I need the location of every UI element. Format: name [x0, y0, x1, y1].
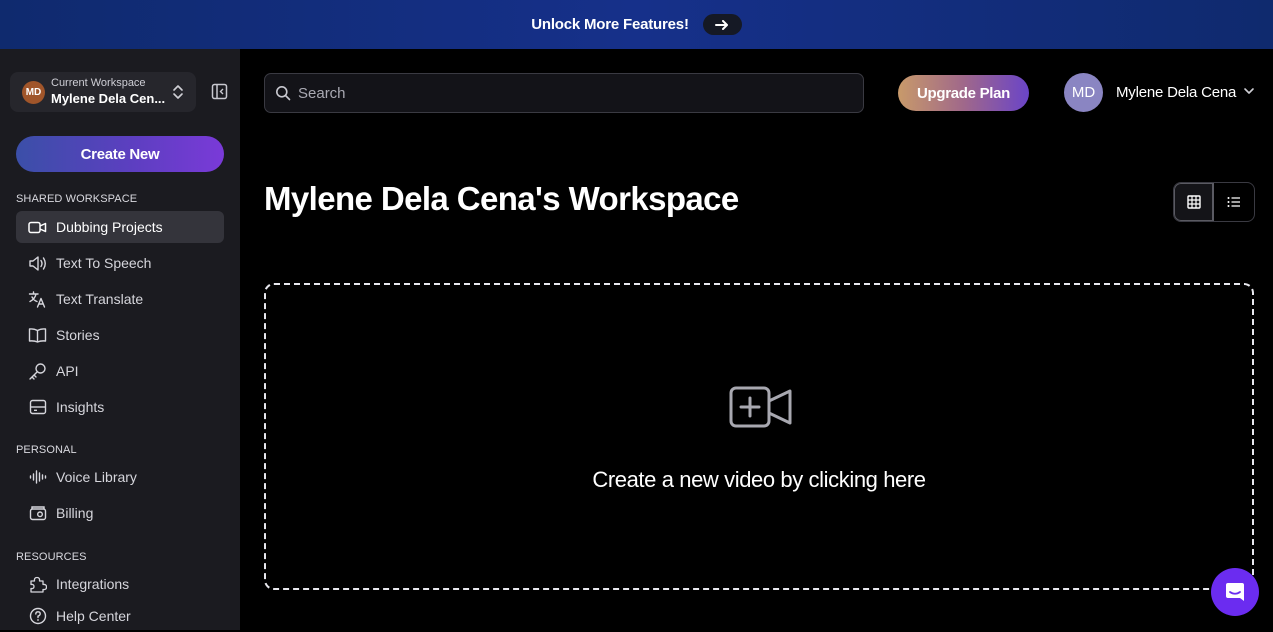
sidebar-item-insights[interactable]: Insights [16, 391, 224, 423]
page-title: Mylene Dela Cena's Workspace [264, 180, 739, 217]
upgrade-plan-button[interactable]: Upgrade Plan [898, 75, 1029, 111]
workspace-avatar: MD [22, 81, 45, 104]
search-bar[interactable] [264, 73, 864, 113]
puzzle-icon [28, 575, 47, 594]
user-name[interactable]: Mylene Dela Cena [1116, 84, 1236, 101]
dropzone-text: Create a new video by clicking here [592, 467, 926, 492]
book-icon [28, 326, 47, 345]
list-view-button[interactable] [1214, 183, 1254, 221]
arrow-right-icon [715, 19, 729, 30]
sidebar-item-text-translate[interactable]: Text Translate [16, 283, 224, 315]
search-icon [276, 86, 291, 101]
create-new-button[interactable]: Create New [16, 136, 224, 172]
video-add-icon [729, 386, 792, 428]
speaker-icon [28, 254, 47, 273]
sidebar-item-dubbing-projects[interactable]: Dubbing Projects [16, 211, 224, 243]
sidebar-item-label: Voice Library [56, 469, 137, 485]
section-title-shared: SHARED WORKSPACE [16, 193, 138, 205]
banner-arrow-button[interactable] [702, 14, 742, 35]
sidebar-collapse-icon[interactable] [211, 83, 228, 100]
chat-icon [1226, 583, 1244, 601]
sidebar-item-label: API [56, 363, 79, 379]
sidebar-item-integrations[interactable]: Integrations [16, 568, 224, 600]
sidebar-item-voice-library[interactable]: Voice Library [16, 461, 224, 493]
billing-icon [28, 504, 47, 523]
chat-support-button[interactable] [1211, 568, 1259, 616]
workspace-switcher[interactable]: MD Current Workspace Mylene Dela Cen... [10, 72, 196, 112]
chevron-up-down-icon [173, 85, 183, 99]
grid-view-button[interactable] [1174, 183, 1215, 221]
sidebar-item-text-to-speech[interactable]: Text To Speech [16, 247, 224, 279]
insights-icon [28, 398, 47, 417]
sidebar-item-label: Insights [56, 399, 105, 415]
workspace-name: Mylene Dela Cen... [51, 91, 166, 106]
promo-banner[interactable]: Unlock More Features! [0, 0, 1273, 49]
sidebar-item-api[interactable]: API [16, 355, 224, 387]
sidebar-item-label: Integrations [56, 576, 130, 592]
waveform-icon [28, 468, 47, 487]
sidebar-item-label: Help Center [56, 608, 131, 624]
translate-icon [28, 290, 47, 309]
sidebar-item-label: Text To Speech [56, 255, 152, 271]
sidebar-item-label: Dubbing Projects [56, 219, 163, 235]
list-icon [1227, 197, 1240, 207]
sidebar-item-help-center[interactable]: Help Center [16, 600, 224, 632]
sidebar-item-billing[interactable]: Billing [16, 497, 224, 529]
video-camera-icon [28, 218, 47, 237]
workspace-label: Current Workspace [51, 77, 146, 89]
banner-text: Unlock More Features! [531, 16, 689, 33]
sidebar-item-label: Billing [56, 505, 94, 521]
view-toggle [1173, 182, 1255, 222]
chevron-down-icon[interactable] [1243, 87, 1255, 95]
grid-icon [1186, 195, 1201, 209]
sidebar: MD Current Workspace Mylene Dela Cen... … [0, 49, 240, 630]
search-input[interactable] [298, 84, 838, 102]
sidebar-item-label: Stories [56, 327, 100, 343]
create-video-dropzone[interactable]: Create a new video by clicking here [264, 283, 1254, 590]
key-icon [28, 362, 47, 381]
section-title-personal: PERSONAL [16, 444, 77, 456]
user-avatar[interactable]: MD [1064, 73, 1103, 112]
section-title-resources: RESOURCES [16, 551, 87, 563]
sidebar-item-label: Text Translate [56, 291, 144, 307]
sidebar-item-stories[interactable]: Stories [16, 319, 224, 351]
help-icon [28, 607, 47, 626]
